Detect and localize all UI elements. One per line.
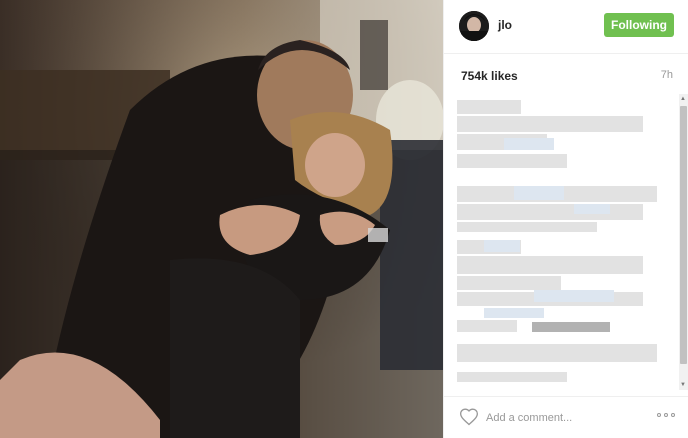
- heart-icon[interactable]: [459, 407, 479, 427]
- post-sidebar: jlo Following 754k likes 7h ▲ ▼ Add a co…: [443, 0, 688, 438]
- more-dot: [657, 413, 661, 417]
- post-stats: 754k likes 7h: [444, 54, 688, 94]
- comment-bar: [444, 396, 688, 438]
- username[interactable]: jlo: [498, 18, 512, 32]
- more-dot: [664, 413, 668, 417]
- following-button[interactable]: Following: [604, 13, 674, 37]
- more-options-icon[interactable]: [657, 413, 675, 417]
- scroll-up-arrow-icon[interactable]: ▲: [680, 96, 686, 102]
- likes-count[interactable]: 754k likes: [461, 69, 518, 83]
- photo-image: [0, 0, 443, 438]
- post-time[interactable]: 7h: [661, 69, 673, 81]
- scroll-down-arrow-icon[interactable]: ▼: [680, 382, 686, 388]
- blurred-comments: [457, 100, 657, 382]
- add-comment-input[interactable]: [486, 409, 636, 427]
- more-dot: [671, 413, 675, 417]
- scrollbar-thumb[interactable]: [680, 106, 687, 364]
- instagram-post: jlo Following 754k likes 7h ▲ ▼ Add a co…: [0, 0, 688, 438]
- comments-scrollbar[interactable]: ▲ ▼: [679, 94, 688, 390]
- comments-list: [444, 94, 688, 390]
- post-photo[interactable]: [0, 0, 443, 438]
- avatar-image: [459, 11, 489, 41]
- post-header: jlo Following: [444, 0, 688, 54]
- avatar[interactable]: [459, 11, 489, 41]
